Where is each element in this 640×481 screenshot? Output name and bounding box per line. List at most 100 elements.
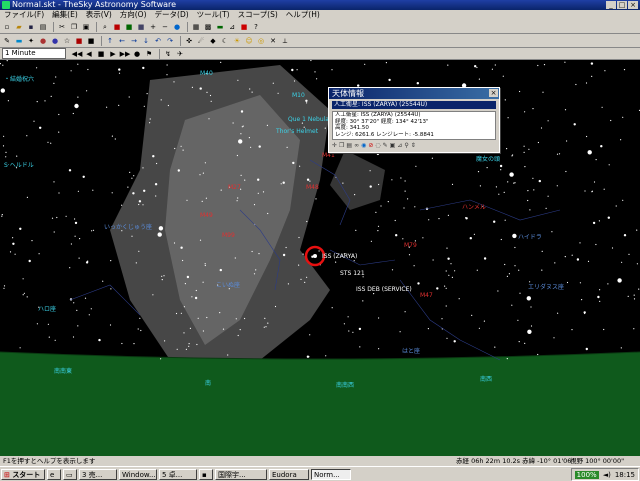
- link-icon[interactable]: ∞: [354, 142, 359, 149]
- save-icon[interactable]: ▪: [26, 22, 36, 32]
- menu-tools[interactable]: ツール(T): [193, 10, 234, 20]
- copy-icon[interactable]: ❐: [69, 22, 79, 32]
- star: [191, 86, 193, 88]
- no-entry-icon[interactable]: ⊘: [368, 142, 373, 149]
- time-step-select[interactable]: 1 Minute: [2, 48, 66, 59]
- taskbar-item-active[interactable]: Norm...: [311, 468, 351, 480]
- cluster-icon[interactable]: ■: [86, 36, 96, 46]
- telescope-icon[interactable]: ⊿: [227, 22, 237, 32]
- menu-scope[interactable]: スコープ(S): [234, 10, 282, 20]
- volume-icon[interactable]: ◄): [603, 471, 611, 479]
- scope-icon[interactable]: ⊿: [397, 142, 402, 149]
- quick-launch-desktop-icon[interactable]: ▭: [63, 468, 77, 480]
- taskbar-tray-app-icon[interactable]: ▪: [199, 468, 213, 480]
- taskbar-item[interactable]: 3 売...: [79, 468, 117, 480]
- palette-icon[interactable]: ▬: [14, 36, 24, 46]
- globe-icon[interactable]: ●: [172, 22, 182, 32]
- dialog-title-bar[interactable]: 天体情報 ×: [329, 88, 499, 99]
- step-back-fast-icon[interactable]: ◀◀: [72, 49, 83, 59]
- asteroid-icon[interactable]: ◆: [208, 36, 218, 46]
- constellation-icon[interactable]: ☆: [62, 36, 72, 46]
- new-file-icon[interactable]: ▫: [2, 22, 12, 32]
- maximize-button[interactable]: □: [617, 1, 627, 9]
- photo-icon[interactable]: ■: [136, 22, 146, 32]
- animate-icon[interactable]: ↯: [163, 49, 173, 59]
- rotate-left-icon[interactable]: ↶: [153, 36, 163, 46]
- play-icon[interactable]: ▶: [108, 49, 118, 59]
- pencil-icon[interactable]: ✎: [2, 36, 12, 46]
- grid-icon[interactable]: ▩: [203, 22, 213, 32]
- zoom-in-icon[interactable]: +: [148, 22, 158, 32]
- cut-icon[interactable]: ✂: [57, 22, 67, 32]
- smiley-icon[interactable]: ☺: [244, 36, 254, 46]
- taskbar-item[interactable]: Eudora: [269, 468, 309, 480]
- sky-chart[interactable]: ・結婚祝六 M40 M10 Que 1 Nebula Thor's Helmet…: [0, 60, 640, 456]
- cross-icon[interactable]: ✕: [268, 36, 278, 46]
- horizon-icon[interactable]: ▬: [215, 22, 225, 32]
- target-icon[interactable]: ◉: [361, 142, 366, 149]
- object-info-icon[interactable]: ■: [112, 22, 122, 32]
- record-icon[interactable]: ●: [132, 49, 142, 59]
- arrow-right-icon[interactable]: →: [129, 36, 139, 46]
- menu-help[interactable]: ヘルプ(H): [282, 10, 324, 20]
- chart-icon[interactable]: ■: [124, 22, 134, 32]
- star: [102, 280, 104, 282]
- dialog-object-select[interactable]: 人工衛星: ISS (ZARYA) (25544U): [332, 101, 496, 109]
- rotate-right-icon[interactable]: ↷: [165, 36, 175, 46]
- print-icon[interactable]: ▤: [346, 142, 352, 149]
- start-button[interactable]: ⊞ スタート: [1, 468, 45, 480]
- layer-icon[interactable]: ▦: [191, 22, 201, 32]
- copy-icon[interactable]: ❐: [339, 142, 344, 149]
- taskbar-item[interactable]: Window...: [119, 468, 157, 480]
- nebula-icon[interactable]: ■: [74, 36, 84, 46]
- center-icon[interactable]: ✛: [332, 142, 337, 149]
- planet-icon[interactable]: ●: [38, 36, 48, 46]
- ruler-icon[interactable]: ⟂: [280, 36, 290, 46]
- pin-icon[interactable]: ⚲: [404, 142, 408, 149]
- print-icon[interactable]: ▤: [38, 22, 48, 32]
- track-icon[interactable]: ✈: [175, 49, 185, 59]
- star: [238, 139, 243, 144]
- eye-icon[interactable]: ◌: [375, 142, 380, 149]
- dialog-close-button[interactable]: ×: [489, 89, 498, 97]
- paste-icon[interactable]: ▣: [81, 22, 91, 32]
- toolbar-separator: [159, 48, 160, 59]
- arrow-down-icon[interactable]: ↓: [141, 36, 151, 46]
- star-icon[interactable]: ✦: [26, 36, 36, 46]
- comet-icon[interactable]: ☄: [196, 36, 206, 46]
- menu-file[interactable]: ファイル(F): [0, 10, 48, 20]
- time-flag-icon[interactable]: ⚑: [144, 49, 154, 59]
- satellite-icon[interactable]: ✜: [184, 36, 194, 46]
- stop-time-icon[interactable]: ■: [96, 49, 106, 59]
- help-icon[interactable]: ?: [251, 22, 261, 32]
- open-folder-icon[interactable]: ▰: [14, 22, 24, 32]
- arrow-up-icon[interactable]: ↑: [105, 36, 115, 46]
- step-back-icon[interactable]: ◀: [84, 49, 94, 59]
- menu-orientation[interactable]: 方向(O): [116, 10, 151, 20]
- sky-label: M27: [228, 184, 241, 191]
- info-line: 高度: 341.50: [335, 125, 369, 132]
- pencil-icon[interactable]: ✎: [383, 142, 388, 149]
- zoom-out-icon[interactable]: −: [160, 22, 170, 32]
- ring-icon[interactable]: ◎: [256, 36, 266, 46]
- quick-launch-ie-icon[interactable]: e: [47, 468, 61, 480]
- galaxy-icon[interactable]: ●: [50, 36, 60, 46]
- photo-icon[interactable]: ▣: [390, 142, 396, 149]
- menu-edit[interactable]: 編集(E): [48, 10, 82, 20]
- menu-data[interactable]: データ(D): [151, 10, 193, 20]
- battery-indicator[interactable]: 100%: [574, 470, 599, 479]
- more-icon[interactable]: ⇕: [411, 142, 416, 149]
- dialog-info-text[interactable]: 人工衛星: ISS (ZARYA) (25544U) 経度: 30° 37'20…: [332, 111, 496, 140]
- arrow-left-icon[interactable]: ←: [117, 36, 127, 46]
- taskbar-item[interactable]: 国際宇...: [215, 468, 267, 480]
- sun-icon[interactable]: ☀: [232, 36, 242, 46]
- stop-icon[interactable]: ■: [239, 22, 249, 32]
- step-forward-icon[interactable]: ▶▶: [120, 49, 131, 59]
- find-icon[interactable]: ⌕: [100, 22, 110, 32]
- star: [448, 274, 450, 276]
- moon-icon[interactable]: ☾: [220, 36, 230, 46]
- taskbar-item[interactable]: 5 卓...: [159, 468, 197, 480]
- menu-view[interactable]: 表示(V): [82, 10, 116, 20]
- minimize-button[interactable]: _: [606, 1, 616, 9]
- close-button[interactable]: ×: [628, 1, 638, 9]
